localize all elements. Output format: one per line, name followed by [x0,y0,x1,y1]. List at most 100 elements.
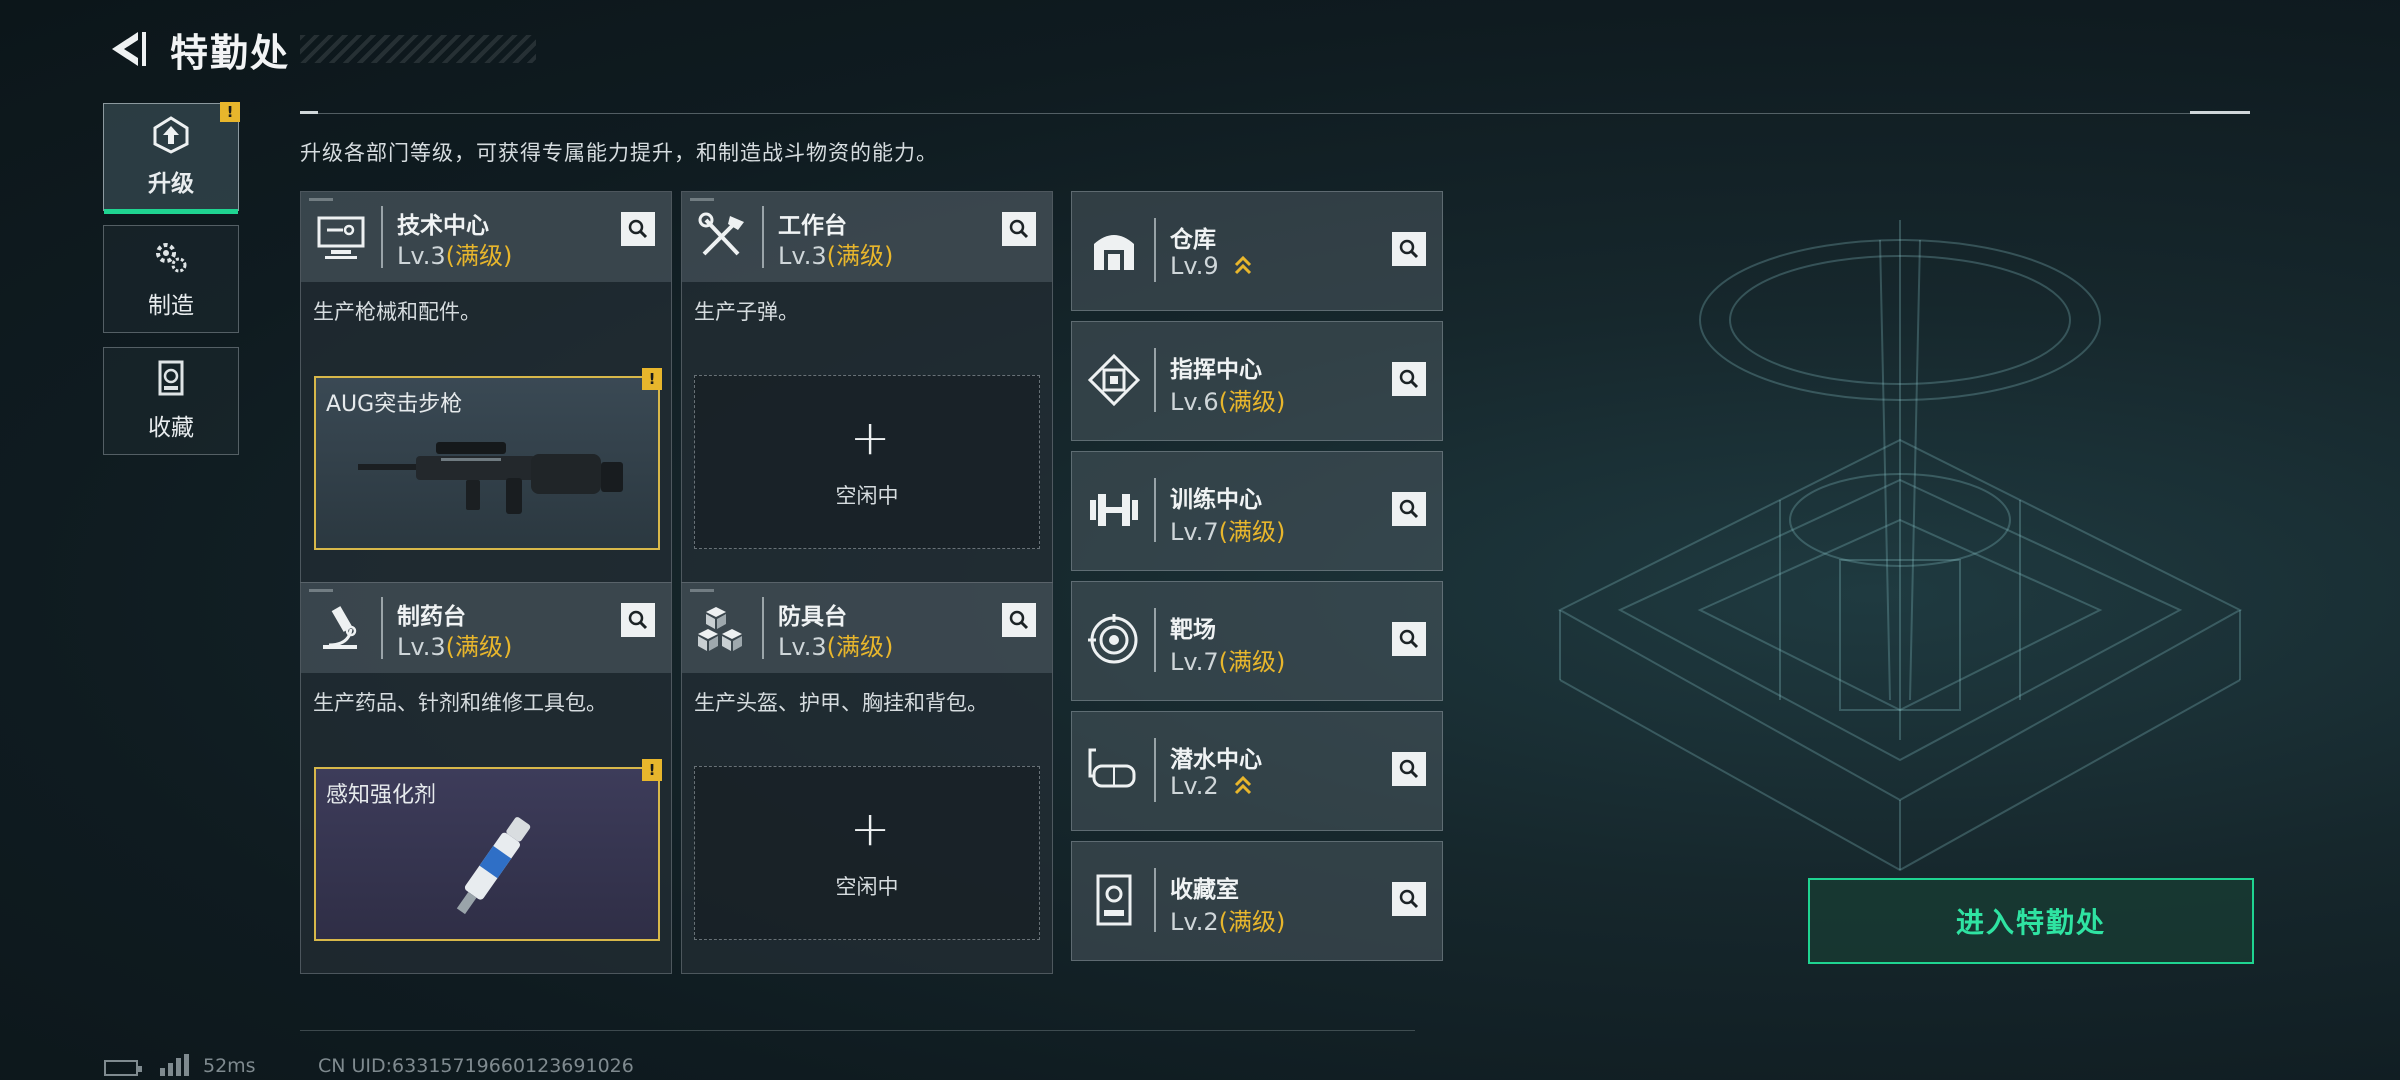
page-title: 特勤处 [170,31,291,75]
separator [1154,478,1156,542]
facility-card-warehouse[interactable]: 仓库 Lv.9 [1071,191,1443,311]
facility-card-collection-room[interactable]: 收藏室 Lv.2(满级) [1071,841,1443,961]
slot-status: 空闲中 [835,484,899,508]
inspect-button[interactable] [1392,362,1426,396]
search-icon [1399,889,1419,909]
facility-name: 潜水中心 [1170,747,1262,773]
separator [762,206,764,268]
facility-level: Lv.6(满级) [1170,388,1286,416]
divider-cap [2190,111,2250,114]
nav-tab-collection[interactable]: 收藏 [103,347,239,455]
dumbbell-icon [1090,494,1138,526]
corner-mark [690,589,714,592]
inspect-button[interactable] [1392,882,1426,916]
separator [762,597,764,659]
back-button[interactable] [104,28,150,70]
back-arrow-icon [112,32,146,66]
inspect-button[interactable] [1392,232,1426,266]
divider [300,113,2250,114]
plus-icon: + [850,410,891,466]
dept-level: Lv.3(满级) [778,242,894,270]
uid-text: CN UID:6331571966012369102​6 [318,1055,634,1077]
dept-desc: 生产枪械和配件。 [313,300,481,324]
search-icon [1009,610,1029,630]
search-icon [628,219,648,239]
upgrade-chevrons-icon [1235,775,1252,795]
inspect-button[interactable] [1392,492,1426,526]
facility-level: Lv.7(满级) [1170,648,1286,676]
battery-icon [104,1060,142,1076]
target-icon [1088,614,1138,664]
alert-badge: ! [220,102,240,122]
nav-tab-craft[interactable]: 制造 [103,225,239,333]
plus-icon: + [850,801,891,857]
search-icon [1399,239,1419,259]
card-header: 防具台 Lv.3(满级) [682,583,1052,673]
production-slot-empty[interactable]: + 空闲中 [694,375,1040,549]
divider [300,1030,1415,1031]
dept-card-tech-center[interactable]: 技术中心 Lv.3(满级) 生产枪械和配件。 AUG突击步枪 ! [300,191,672,583]
facility-name: 靶场 [1170,617,1216,643]
production-slot[interactable]: AUG突击步枪 ! [314,368,662,550]
dept-card-armor-bench[interactable]: 防具台 Lv.3(满级) 生产头盔、护甲、胸挂和背包。 + 空闲中 [681,582,1053,974]
inspect-button[interactable] [1002,603,1036,637]
enter-special-ops-button[interactable]: 进入特勤处 [1808,878,2254,964]
cubes-icon [698,607,742,651]
nav-tab-upgrade[interactable]: ! 升级 [103,102,240,214]
separator [381,206,383,268]
card-header: 工作台 Lv.3(满级) [682,192,1052,282]
facility-name: 仓库 [1170,227,1216,253]
production-slot-empty[interactable]: + 空闲中 [694,766,1040,940]
facility-card-training-center[interactable]: 训练中心 Lv.7(满级) [1071,451,1443,571]
facility-name: 训练中心 [1170,487,1262,513]
facility-card-diving-center[interactable]: 潜水中心 Lv.2 [1071,711,1443,831]
inspect-button[interactable] [1392,752,1426,786]
facility-card-command-center[interactable]: 指挥中心 Lv.6(满级) [1071,321,1443,441]
alert-badge: ! [642,368,662,390]
inspect-button[interactable] [1392,622,1426,656]
dept-desc: 生产药品、针剂和维修工具包。 [313,691,607,715]
alert-badge: ! [642,759,662,781]
monitor-icon [317,216,365,259]
search-icon [1399,629,1419,649]
dept-level: Lv.3(满级) [397,633,513,661]
search-icon [1399,759,1419,779]
nav-label: 制造 [148,293,194,319]
facility-level: Lv.7(满级) [1170,518,1286,546]
facility-card-shooting-range[interactable]: 靶场 Lv.7(满级) [1071,581,1443,701]
dept-card-workbench[interactable]: 工作台 Lv.3(满级) 生产子弹。 + 空闲中 [681,191,1053,583]
facility-level: Lv.2(满级) [1170,908,1286,936]
separator [1154,608,1156,672]
dept-desc: 生产子弹。 [694,300,799,324]
item-name: AUG突击步枪 [326,392,463,417]
inspect-button[interactable] [621,212,655,246]
microscope-icon [323,606,357,649]
dept-card-pharmacy[interactable]: 制药台 Lv.3(满级) 生产药品、针剂和维修工具包。 感知强化剂 ! [300,582,672,974]
dept-desc: 生产头盔、护甲、胸挂和背包。 [694,691,988,715]
inspect-button[interactable] [621,603,655,637]
inspect-button[interactable] [1002,212,1036,246]
diving-mask-icon [1088,748,1136,788]
search-icon [1399,369,1419,389]
facility-name: 指挥中心 [1170,357,1262,383]
collection-icon [158,360,184,396]
facility-level: Lv.2 [1170,772,1254,800]
tools-icon [698,212,744,256]
upgrade-chevrons-icon [1235,255,1252,275]
nav-label: 升级 [148,171,194,197]
search-icon [628,610,648,630]
injector-icon [456,817,531,915]
corner-mark [309,198,333,201]
separator [1154,868,1156,932]
facility-name: 收藏室 [1170,877,1239,903]
title-decoration [300,35,536,63]
dept-name: 工作台 [778,213,847,239]
base-wireframe-illustration [1557,220,2243,872]
card-header: 制药台 Lv.3(满级) [301,583,671,673]
production-slot[interactable]: 感知强化剂 ! [314,759,662,941]
search-icon [1399,499,1419,519]
separator [1154,738,1156,802]
item-name: 感知强化剂 [326,783,437,808]
intro-text: 升级各部门等级，可获得专属能力提升，和制造战斗物资的能力。 [300,141,938,165]
enter-button-label: 进入特勤处 [1955,906,2106,939]
